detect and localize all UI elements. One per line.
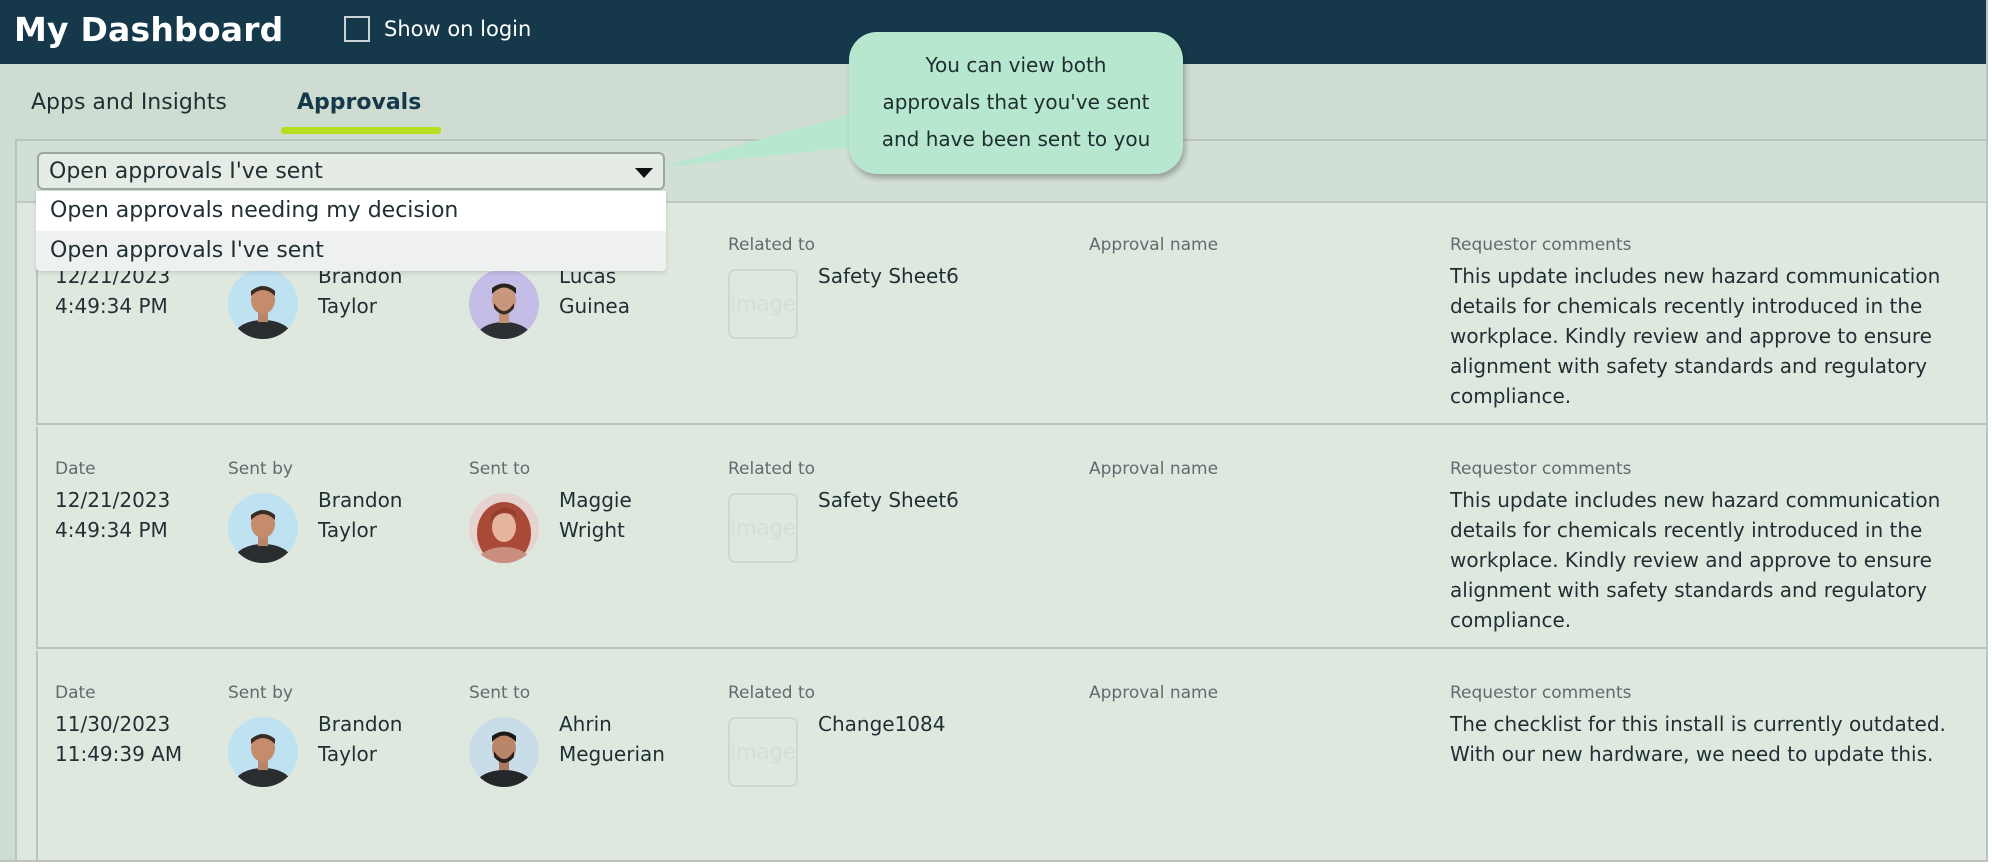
callout-line: approvals that you've sent — [882, 90, 1150, 114]
callout-line: You can view both — [925, 53, 1107, 77]
tip-callout: You can view both approvals that you've … — [849, 32, 1183, 174]
callout-line: and have been sent to you — [881, 127, 1151, 151]
dashboard-window: My Dashboard Show on login Apps and Insi… — [0, 0, 1988, 862]
